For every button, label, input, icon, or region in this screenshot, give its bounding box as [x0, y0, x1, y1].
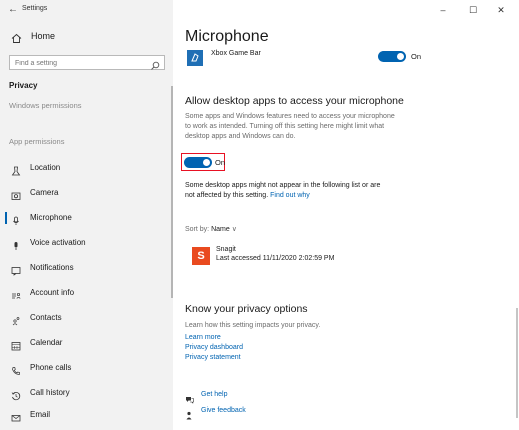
sidebar-item-label: Notifications — [30, 263, 74, 272]
notifications-icon — [11, 263, 21, 276]
selection-indicator — [5, 212, 7, 224]
main-scrollbar[interactable] — [516, 308, 518, 418]
sidebar-item-label: Location — [30, 163, 61, 172]
privacy-dashboard-link[interactable]: Privacy dashboard — [185, 344, 243, 351]
sidebar-item-label: Home — [31, 31, 56, 41]
give-feedback-link[interactable]: Give feedback — [185, 407, 335, 420]
privacy-options-heading: Know your privacy options — [185, 303, 308, 315]
back-button[interactable]: ← — [6, 3, 20, 17]
desktop-apps-description-line: to work as intended. Turning off this se… — [185, 123, 385, 130]
sidebar-item-voice-activation[interactable]: Voice activation — [0, 233, 173, 253]
window-title: Settings — [22, 5, 48, 12]
contacts-icon — [11, 313, 21, 326]
window-controls: – ☐ ✕ — [429, 0, 519, 20]
desktop-apps-note-line: not affected by this setting. Find out w… — [185, 191, 310, 201]
search-field[interactable] — [9, 55, 165, 70]
give-feedback-label: Give feedback — [201, 407, 246, 414]
sidebar-item-phone-calls[interactable]: Phone calls — [0, 358, 173, 378]
sidebar-item-label: Camera — [30, 188, 59, 197]
xbox-game-bar-toggle[interactable] — [378, 51, 406, 62]
learn-more-link[interactable]: Learn more — [185, 334, 221, 341]
sidebar-item-call-history[interactable]: Call history — [0, 383, 173, 403]
sidebar-item-home[interactable]: Home — [0, 27, 173, 45]
chevron-down-icon: ∨ — [231, 226, 237, 233]
microphone-icon — [11, 213, 21, 225]
sidebar-item-label: Voice activation — [30, 238, 86, 247]
sidebar-item-label: Call history — [30, 388, 70, 397]
sidebar-item-label: Account info — [30, 288, 75, 297]
desktop-apps-toggle[interactable] — [184, 157, 212, 168]
sidebar-item-microphone[interactable]: Microphone — [0, 208, 173, 228]
get-help-label: Get help — [201, 391, 228, 398]
toggle-knob — [397, 53, 404, 60]
find-out-why-link[interactable]: Find out why — [270, 192, 310, 199]
email-icon — [11, 410, 21, 422]
group-label-app-permissions: App permissions — [9, 137, 65, 146]
sort-value: Name — [211, 226, 230, 233]
calendar-icon — [11, 338, 21, 351]
minimize-button[interactable]: – — [435, 3, 451, 17]
account-info-icon — [11, 288, 21, 299]
desktop-apps-description-line: desktop apps and Windows can do. — [185, 133, 296, 140]
voice-activation-icon — [11, 238, 21, 250]
toggle-state-label: On — [411, 52, 422, 61]
toggle-knob — [203, 159, 210, 166]
sidebar-item-notifications[interactable]: Notifications — [0, 258, 173, 278]
sidebar-item-label: Contacts — [30, 313, 62, 322]
sidebar-item-contacts[interactable]: Contacts — [0, 308, 173, 328]
maximize-button[interactable]: ☐ — [465, 3, 481, 17]
app-row-snagit: S Snagit Last accessed 11/11/2020 2:02:5… — [192, 244, 392, 268]
group-label-windows-permissions: Windows permissions — [9, 101, 82, 110]
page-title: Microphone — [185, 28, 269, 45]
section-title-privacy: Privacy — [9, 81, 38, 90]
give-feedback-icon — [185, 407, 194, 420]
location-icon — [11, 163, 21, 176]
app-name: Xbox Game Bar — [211, 50, 261, 57]
note-text: not affected by this setting. — [185, 192, 269, 199]
privacy-statement-link[interactable]: Privacy statement — [185, 354, 241, 361]
xbox-game-bar-icon — [187, 50, 203, 66]
privacy-options-description: Learn how this setting impacts your priv… — [185, 322, 321, 329]
sort-by-dropdown[interactable]: Sort by: Name ∨ — [185, 225, 237, 233]
toggle-state-label: On — [215, 158, 226, 167]
last-accessed: Last accessed 11/11/2020 2:02:59 PM — [216, 255, 335, 262]
home-icon — [11, 31, 22, 43]
sidebar-item-location[interactable]: Location — [0, 158, 173, 178]
phone-calls-icon — [11, 363, 21, 375]
sidebar-item-account-info[interactable]: Account info — [0, 283, 173, 303]
camera-icon — [11, 188, 21, 200]
sidebar: ← Settings Home Privacy Windows permissi… — [0, 0, 173, 430]
desktop-apps-heading: Allow desktop apps to access your microp… — [185, 95, 404, 107]
sidebar-item-label: Microphone — [30, 213, 72, 222]
sidebar-item-label: Email — [30, 410, 51, 419]
desktop-apps-note-line: Some desktop apps might not appear in th… — [185, 182, 381, 189]
snagit-icon: S — [192, 247, 210, 265]
sidebar-item-calendar[interactable]: Calendar — [0, 333, 173, 353]
search-icon[interactable] — [150, 58, 160, 70]
desktop-apps-description-line: Some apps and Windows features need to a… — [185, 113, 395, 120]
get-help-link[interactable]: Get help — [185, 391, 335, 404]
sidebar-item-camera[interactable]: Camera — [0, 183, 173, 203]
sidebar-item-email[interactable]: Email — [0, 405, 173, 425]
call-history-icon — [11, 388, 21, 401]
title-bar: ← Settings — [0, 0, 173, 20]
search-input[interactable] — [15, 58, 145, 68]
sidebar-item-label: Calendar — [30, 338, 63, 347]
close-button[interactable]: ✕ — [493, 3, 509, 17]
get-help-icon — [185, 391, 194, 404]
app-row-xbox-game-bar: Xbox Game Bar On — [185, 47, 515, 67]
sidebar-item-label: Phone calls — [30, 363, 72, 372]
main-content: – ☐ ✕ Microphone Xbox Game Bar On Allow … — [173, 0, 519, 430]
sort-label: Sort by: — [185, 226, 210, 233]
app-name: Snagit — [216, 246, 236, 253]
